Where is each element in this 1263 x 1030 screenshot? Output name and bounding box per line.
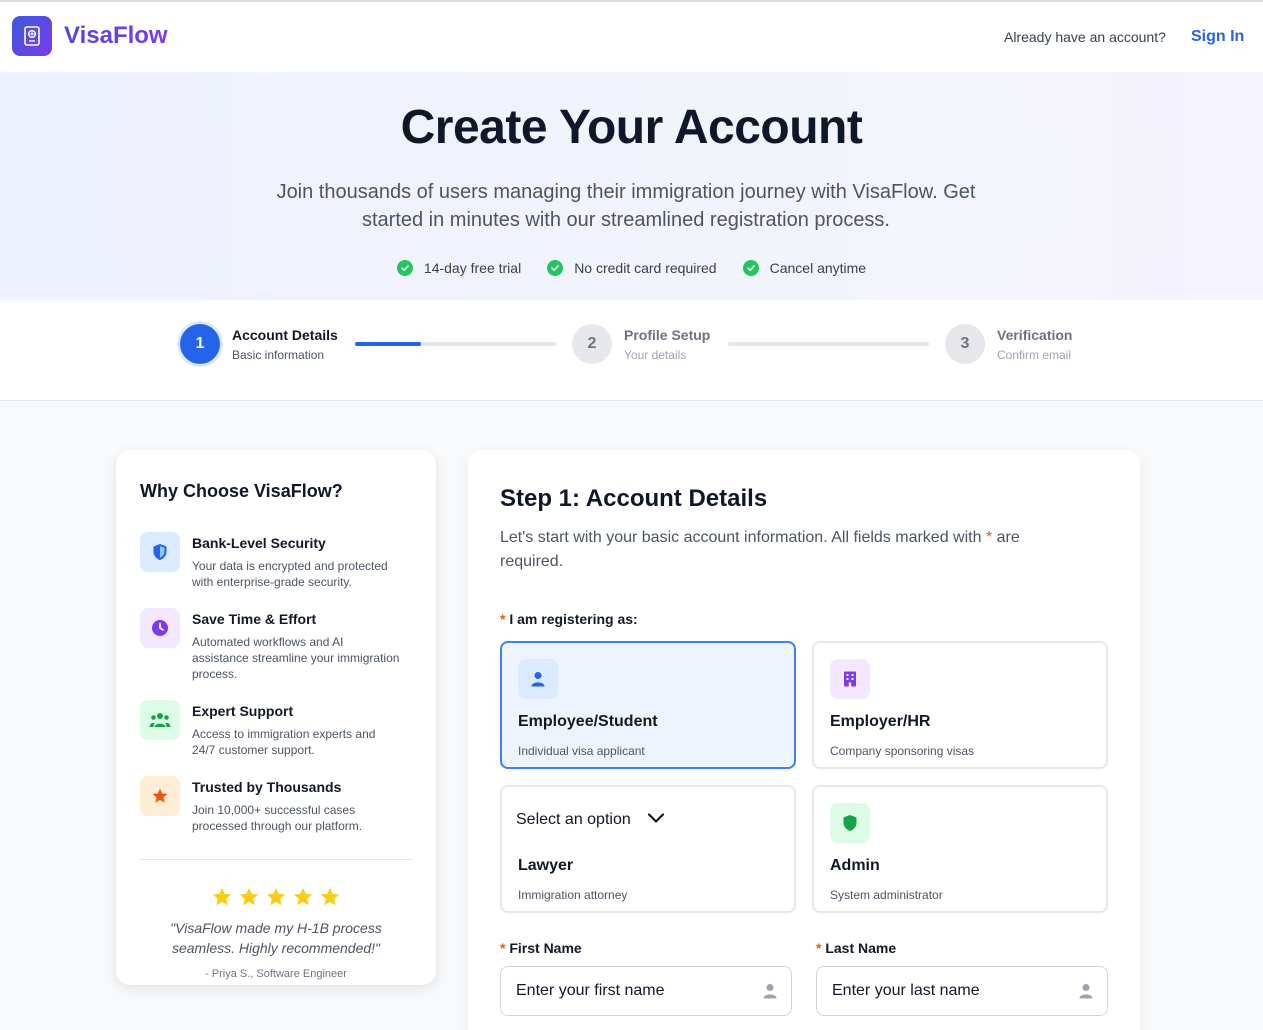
perks-list: 14-day free trial No credit card require… [0, 260, 1263, 276]
first-name-label-text: First Name [509, 940, 582, 956]
brand-name[interactable]: VisaFlow [64, 22, 168, 50]
feature-item: Bank-Level Security Your data is encrypt… [140, 532, 412, 592]
role-title: Employee/Student [518, 713, 658, 730]
registration-form-card: Step 1: Account Details Let's start with… [468, 450, 1140, 1030]
role-subtitle: System administrator [830, 888, 943, 902]
hero-section: Create Your Account Join thousands of us… [0, 72, 1263, 300]
last-name-label: * Last Name [816, 940, 896, 956]
hero-subtitle: Join thousands of users managing their i… [276, 181, 976, 231]
star-icon [320, 887, 340, 906]
perk-label: Cancel anytime [769, 260, 867, 276]
step-1-subtitle: Basic information [232, 348, 325, 362]
role-subtitle: Company sponsoring visas [830, 744, 975, 758]
step-2-subtitle: Your details [624, 348, 687, 362]
star-icon [293, 887, 313, 906]
why-title: Why Choose VisaFlow? [140, 481, 343, 501]
feature-item: Save Time & Effort Automated workflows a… [140, 608, 412, 684]
star-icon [266, 887, 286, 906]
shield-icon [830, 803, 870, 843]
logo-icon[interactable] [12, 16, 52, 56]
feature-title: Trusted by Thousands [192, 779, 342, 795]
progress-stepper: 1 Account Details Basic information 2 Pr… [0, 300, 1263, 401]
role-title: Employer/HR [830, 713, 931, 730]
step-1-title: Account Details [232, 327, 338, 343]
perk-item: Cancel anytime [742, 260, 867, 276]
shield-icon [140, 532, 180, 572]
step-2-title: Profile Setup [624, 327, 711, 343]
role-title: Lawyer [518, 857, 574, 874]
lawyer-select[interactable]: Select an option [516, 811, 665, 829]
step-1-circle[interactable]: 1 [180, 324, 220, 364]
form-intro: Let's start with your basic account info… [500, 526, 1060, 574]
user-icon [1079, 983, 1093, 1004]
perk-label: 14-day free trial [423, 260, 522, 276]
first-name-input[interactable] [501, 967, 791, 1015]
feature-description: Your data is encrypted and protected wit… [192, 559, 388, 589]
step-connector-1 [355, 342, 556, 346]
required-mark: * [500, 611, 506, 627]
feature-title: Bank-Level Security [192, 535, 326, 551]
chevron-down-icon [647, 811, 665, 829]
last-name-field [816, 966, 1108, 1016]
required-mark: * [985, 529, 993, 546]
step-3-subtitle: Confirm email [997, 348, 1072, 362]
step-progress-fill [355, 342, 422, 346]
check-circle-icon [547, 260, 564, 276]
testimonial-quote: "VisaFlow made my H-1B process seamless.… [170, 920, 382, 956]
users-icon [140, 700, 180, 740]
role-title: Admin [830, 857, 880, 874]
divider [140, 859, 412, 860]
star-icon [212, 887, 232, 906]
user-icon [763, 983, 777, 1004]
required-mark: * [500, 940, 506, 956]
rating-stars [116, 886, 436, 908]
check-circle-icon [742, 260, 759, 276]
testimonial-author: - Priya S., Software Engineer [205, 968, 347, 980]
role-label: * I am registering as: [500, 611, 638, 627]
feature-item: Trusted by Thousands Join 10,000+ succes… [140, 776, 412, 836]
perk-item: No credit card required [547, 260, 717, 276]
already-account-text: Already have an account? [1004, 29, 1166, 45]
role-subtitle: Individual visa applicant [518, 744, 645, 758]
step-2-circle[interactable]: 2 [572, 324, 612, 364]
feature-description: Join 10,000+ successful cases processed … [192, 803, 363, 833]
why-choose-card: Why Choose VisaFlow? Bank-Level Security… [116, 450, 436, 985]
form-title: Step 1: Account Details [500, 485, 768, 512]
role-subtitle: Immigration attorney [518, 888, 628, 902]
star-icon [239, 887, 259, 906]
first-name-field [500, 966, 792, 1016]
top-header: VisaFlow Already have an account? Sign I… [0, 2, 1263, 72]
select-value: Select an option [516, 811, 631, 828]
role-option-employee[interactable]: Employee/Student Individual visa applica… [500, 641, 796, 769]
step-3-title: Verification [997, 327, 1073, 343]
star-icon [140, 776, 180, 816]
role-option-admin[interactable]: Admin System administrator [812, 785, 1108, 913]
last-name-label-text: Last Name [825, 940, 897, 956]
feature-description: Access to immigration experts and 24/7 c… [192, 727, 376, 757]
feature-description: Automated workflows and AI assistance st… [192, 635, 400, 681]
feature-title: Expert Support [192, 703, 294, 719]
first-name-label: * First Name [500, 940, 582, 956]
sign-in-link[interactable]: Sign In [1191, 28, 1244, 46]
step-connector-2 [728, 342, 929, 346]
last-name-input[interactable] [817, 967, 1107, 1015]
role-option-employer[interactable]: Employer/HR Company sponsoring visas [812, 641, 1108, 769]
building-icon [830, 659, 870, 699]
step-3-circle[interactable]: 3 [945, 324, 985, 364]
feature-title: Save Time & Effort [192, 611, 317, 627]
page-title: Create Your Account [400, 101, 863, 154]
check-circle-icon [396, 260, 413, 276]
role-label-text: I am registering as: [509, 611, 638, 627]
feature-item: Expert Support Access to immigration exp… [140, 700, 412, 760]
clock-icon [140, 608, 180, 648]
perk-item: 14-day free trial [396, 260, 522, 276]
required-mark: * [816, 940, 822, 956]
intro-text: Let's start with your basic account info… [500, 529, 982, 546]
perk-label: No credit card required [574, 260, 717, 276]
role-option-lawyer[interactable]: Select an option Lawyer Immigration atto… [500, 785, 796, 913]
user-icon [518, 659, 558, 699]
